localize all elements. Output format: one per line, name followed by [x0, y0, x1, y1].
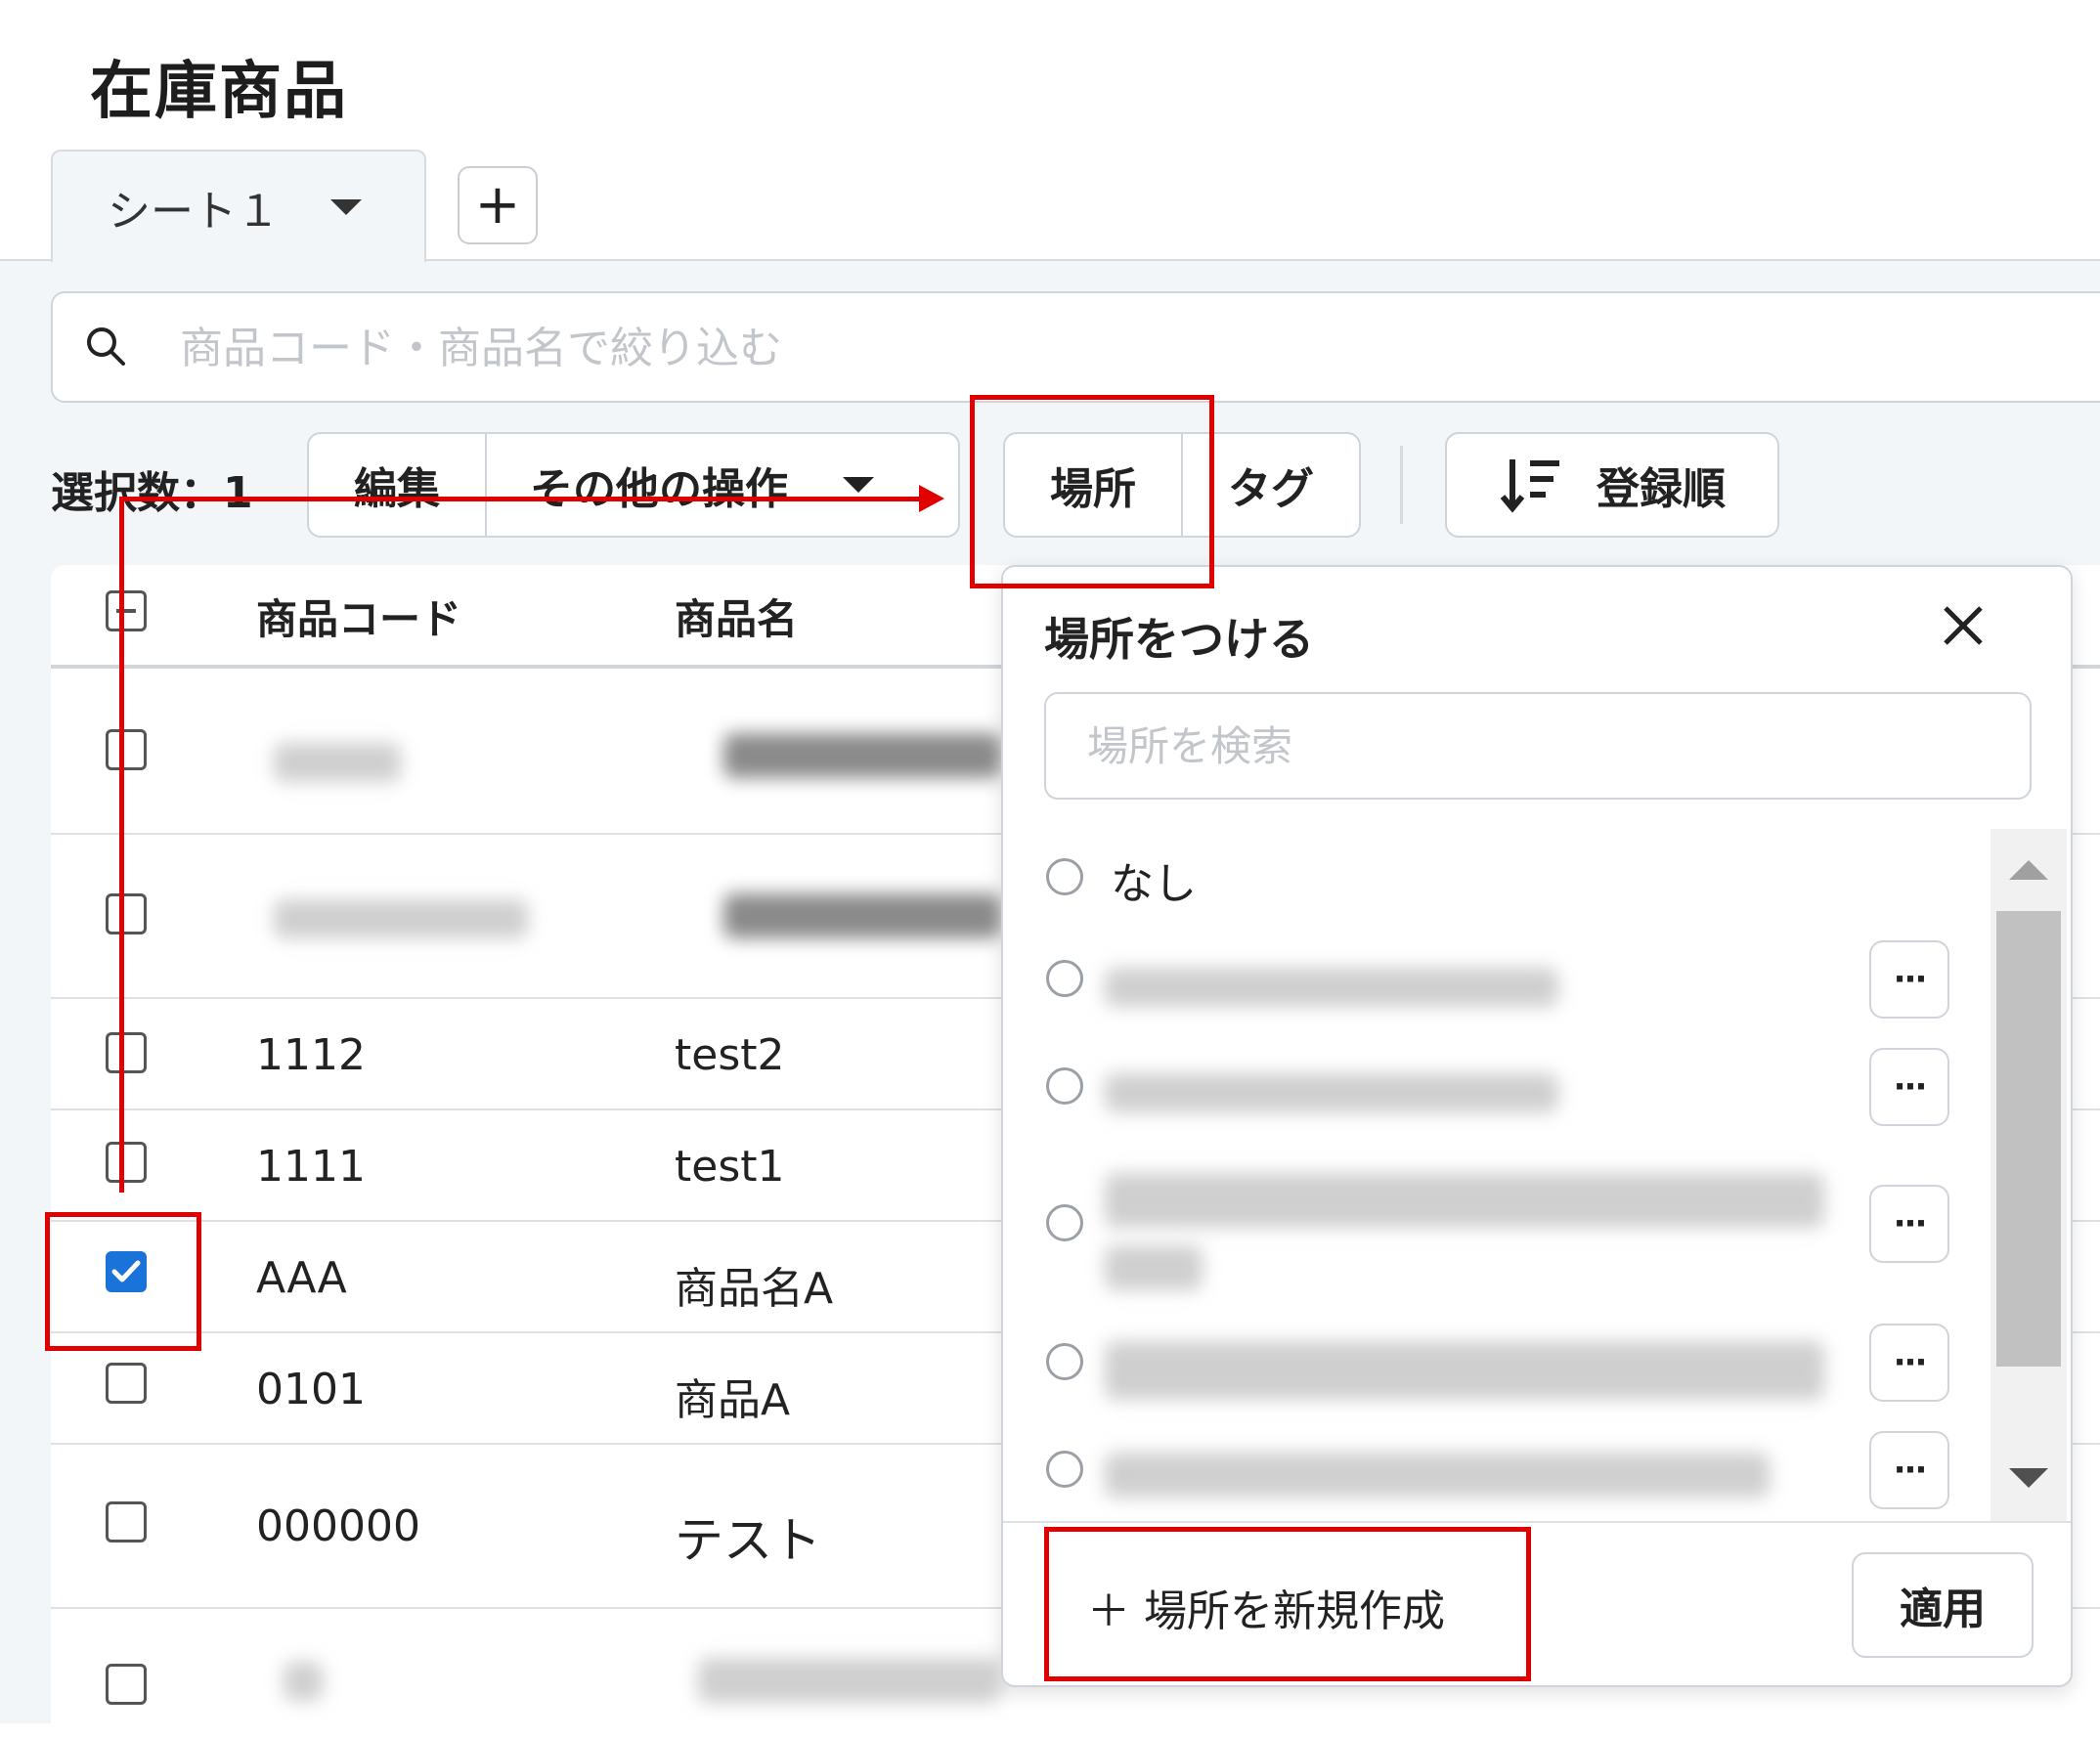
- row-checkbox[interactable]: [106, 729, 147, 770]
- column-header-code[interactable]: 商品コード: [256, 587, 461, 646]
- cell-name: test1: [675, 1142, 785, 1192]
- chevron-down-icon[interactable]: [330, 198, 362, 215]
- toolbar-divider: [1400, 446, 1403, 524]
- place-radio[interactable]: [1046, 858, 1083, 895]
- redacted-name: [723, 893, 1001, 938]
- cell-code: 000000: [256, 1501, 420, 1551]
- place-more-button[interactable]: ···: [1869, 1185, 1949, 1263]
- redacted-place: [1105, 1453, 1770, 1498]
- cell-code: 1112: [256, 1030, 366, 1080]
- place-more-button[interactable]: ···: [1869, 940, 1949, 1019]
- tab-sheet-1[interactable]: シート１: [51, 150, 426, 262]
- cell-name: test2: [675, 1030, 785, 1080]
- search-icon: [87, 327, 125, 366]
- redacted-code: [274, 899, 528, 938]
- scrollbar-thumb[interactable]: [1996, 911, 2061, 1367]
- place-radio[interactable]: [1046, 960, 1083, 997]
- cell-name: 商品名A: [675, 1264, 834, 1314]
- redacted-code: [284, 1662, 323, 1701]
- chevron-down-icon: [843, 477, 874, 493]
- select-all-checkbox[interactable]: [106, 590, 147, 631]
- scroll-up-icon[interactable]: [2009, 860, 2048, 880]
- redacted-place-continuation: [1105, 1245, 1203, 1290]
- redacted-name: [723, 733, 1001, 778]
- row-checkbox[interactable]: [106, 1032, 147, 1073]
- redacted-name: [698, 1658, 1001, 1703]
- annotation-box-checkbox: [45, 1212, 201, 1351]
- page-title: 在庫商品: [90, 56, 348, 128]
- place-radio[interactable]: [1046, 1067, 1083, 1105]
- close-icon[interactable]: [1936, 598, 1991, 653]
- popover-footer-divider: [1003, 1521, 2071, 1523]
- column-header-name[interactable]: 商品名: [675, 587, 798, 646]
- place-option-none[interactable]: なし: [1111, 848, 1197, 911]
- annotation-arrowhead-icon: [919, 485, 944, 512]
- row-checkbox[interactable]: [106, 1664, 147, 1705]
- annotation-box-place-button: [970, 395, 1214, 588]
- place-more-button[interactable]: ···: [1869, 1431, 1949, 1509]
- cell-name: テスト: [675, 1512, 821, 1569]
- redacted-place: [1105, 1073, 1558, 1112]
- sort-icon: [1500, 459, 1559, 513]
- redacted-code: [274, 743, 401, 782]
- apply-button[interactable]: 適用: [1852, 1552, 2034, 1658]
- add-sheet-button[interactable]: +: [458, 166, 538, 244]
- edit-button[interactable]: 編集: [307, 432, 487, 538]
- tab-sheet-label: シート１: [108, 186, 280, 237]
- annotation-arrow-horizontal: [119, 497, 923, 501]
- cell-name: 商品A: [675, 1375, 791, 1425]
- place-more-button[interactable]: ···: [1869, 1048, 1949, 1126]
- more-actions-label: その他の操作: [530, 464, 788, 514]
- popover-title: 場所をつける: [1044, 613, 1314, 666]
- row-checkbox[interactable]: [106, 893, 147, 934]
- row-checkbox[interactable]: [106, 1501, 147, 1542]
- annotation-box-new-place: [1044, 1527, 1531, 1681]
- row-checkbox[interactable]: [106, 1142, 147, 1183]
- cell-code: 0101: [256, 1365, 366, 1414]
- redacted-place: [1105, 1341, 1824, 1400]
- row-checkbox[interactable]: [106, 1363, 147, 1404]
- place-more-button[interactable]: ···: [1869, 1324, 1949, 1402]
- place-radio[interactable]: [1046, 1343, 1083, 1380]
- annotation-arrow-vertical: [119, 499, 124, 1193]
- scroll-down-icon[interactable]: [2009, 1468, 2048, 1488]
- place-radio[interactable]: [1046, 1451, 1083, 1488]
- more-actions-button[interactable]: その他の操作: [485, 432, 960, 538]
- place-radio[interactable]: [1046, 1204, 1083, 1241]
- redacted-place: [1105, 968, 1558, 1007]
- cell-code: 1111: [256, 1142, 366, 1192]
- redacted-place: [1105, 1173, 1824, 1228]
- sort-label: 登録順: [1597, 464, 1726, 514]
- search-input[interactable]: [178, 311, 1644, 385]
- selection-count: 選択数：1: [51, 468, 253, 518]
- place-search-input[interactable]: [1044, 692, 2032, 800]
- cell-code: AAA: [256, 1253, 347, 1303]
- sort-button[interactable]: 登録順: [1445, 432, 1779, 538]
